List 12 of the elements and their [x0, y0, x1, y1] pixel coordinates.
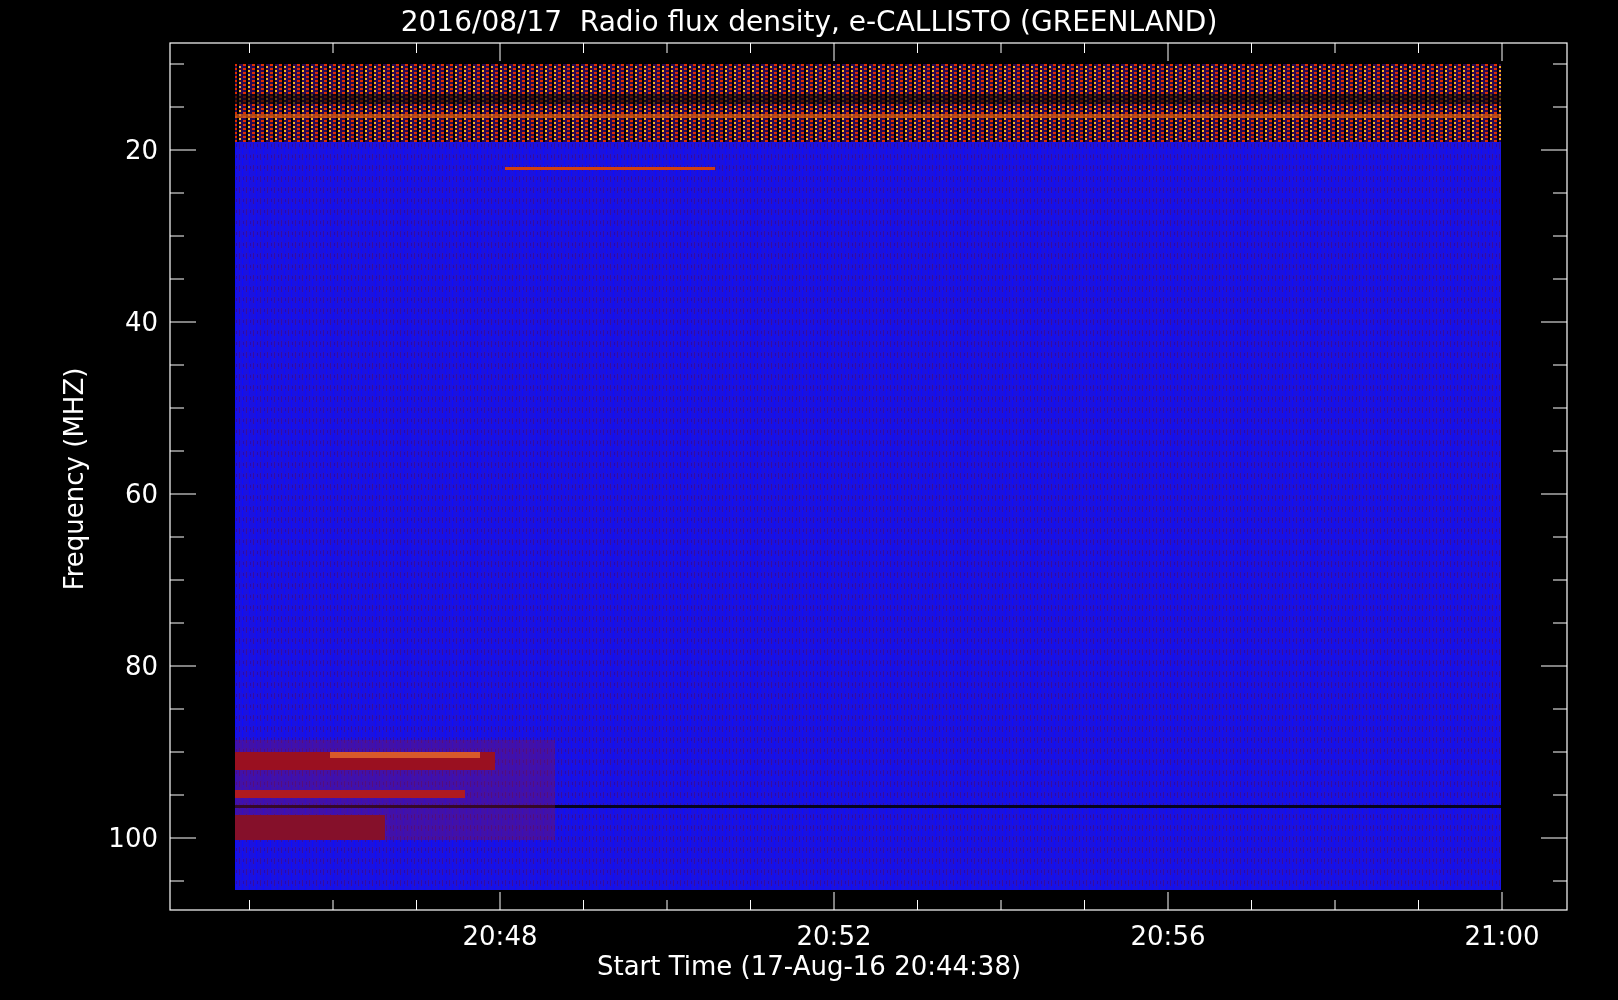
y-tick-label: 100	[108, 823, 158, 853]
x-axis-title: Start Time (17-Aug-16 20:44:38)	[596, 951, 1022, 981]
x-tick-label: 20:48	[462, 921, 538, 951]
x-tick-label: 20:52	[796, 921, 872, 951]
y-tick-label: 60	[124, 479, 158, 509]
chart-title: 2016/08/17 Radio flux density, e-CALLISTO (GREENLAND)	[400, 5, 1218, 38]
y-tick-label: 40	[124, 307, 158, 337]
x-tick-label: 21:00	[1464, 921, 1540, 951]
y-axis-title: Frequency (MHZ)	[59, 367, 89, 591]
y-tick-label: 80	[124, 651, 158, 681]
x-tick-label: 20:56	[1130, 921, 1206, 951]
y-tick-label: 20	[124, 135, 158, 165]
